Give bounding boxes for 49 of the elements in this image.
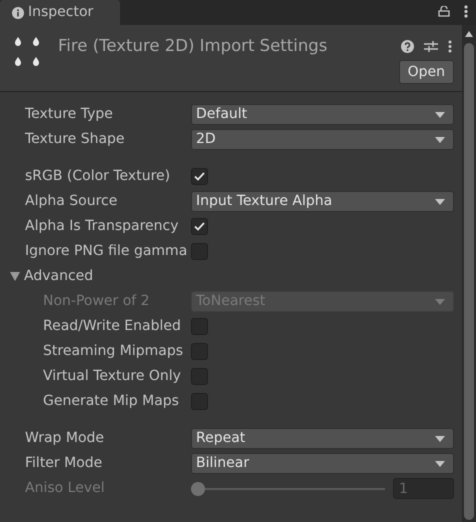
field-label: Texture Type bbox=[25, 106, 113, 122]
caret-icon bbox=[435, 436, 445, 442]
caret-icon bbox=[435, 112, 445, 118]
lock-icon[interactable] bbox=[438, 6, 450, 17]
field-label: Alpha Source bbox=[25, 193, 118, 209]
field-label: Read/Write Enabled bbox=[43, 318, 181, 334]
field-label: Aniso Level bbox=[25, 480, 105, 496]
inspector-tab[interactable]: Inspector bbox=[0, 0, 120, 25]
info-icon bbox=[12, 6, 24, 18]
advanced-foldout[interactable]: Advanced bbox=[0, 266, 94, 287]
dropdown[interactable]: Input Texture Alpha bbox=[191, 191, 454, 212]
disclosure-triangle-icon bbox=[10, 272, 20, 281]
checkbox[interactable] bbox=[191, 393, 208, 410]
value-field: 1 bbox=[393, 478, 454, 499]
field-label: Filter Mode bbox=[25, 455, 102, 471]
dropdown[interactable]: 2D bbox=[191, 129, 454, 150]
field-label: Generate Mip Maps bbox=[43, 393, 179, 409]
checkbox[interactable] bbox=[191, 343, 208, 360]
dropdown[interactable]: Bilinear bbox=[191, 453, 454, 474]
field-label: Alpha Is Transparency bbox=[25, 218, 179, 234]
field-label: Streaming Mipmaps bbox=[43, 343, 184, 359]
checkmark-icon bbox=[194, 222, 205, 231]
field-label: Texture Shape bbox=[25, 131, 125, 147]
dropdown[interactable]: Repeat bbox=[191, 428, 454, 449]
caret-icon bbox=[435, 136, 445, 142]
more-icon[interactable] bbox=[448, 40, 452, 52]
checkmark-icon bbox=[194, 172, 205, 181]
checkbox[interactable] bbox=[191, 168, 208, 185]
more-icon[interactable] bbox=[464, 5, 468, 18]
checkbox[interactable] bbox=[191, 218, 208, 235]
checkbox[interactable] bbox=[191, 243, 208, 260]
field-label: Ignore PNG file gamma bbox=[25, 243, 188, 259]
open-button[interactable]: Open bbox=[398, 60, 454, 84]
caret-icon bbox=[435, 298, 445, 304]
dropdown[interactable]: Default bbox=[191, 104, 454, 125]
help-icon[interactable] bbox=[401, 40, 414, 52]
checkbox[interactable] bbox=[191, 318, 208, 335]
caret-icon bbox=[435, 460, 445, 466]
field-label: sRGB (Color Texture) bbox=[25, 168, 170, 184]
scroll-up-icon[interactable] bbox=[465, 31, 473, 37]
field-label: Wrap Mode bbox=[25, 430, 104, 446]
sliders-icon[interactable] bbox=[424, 40, 438, 52]
import-settings-title: Fire (Texture 2D) Import Settings bbox=[58, 35, 328, 57]
field-label: Non-Power of 2 bbox=[43, 293, 150, 309]
flame-drops-icon bbox=[14, 35, 40, 67]
caret-icon bbox=[435, 198, 445, 204]
checkbox[interactable] bbox=[191, 368, 208, 385]
field-label: Virtual Texture Only bbox=[43, 368, 181, 384]
scrollbar-thumb[interactable] bbox=[464, 43, 474, 520]
